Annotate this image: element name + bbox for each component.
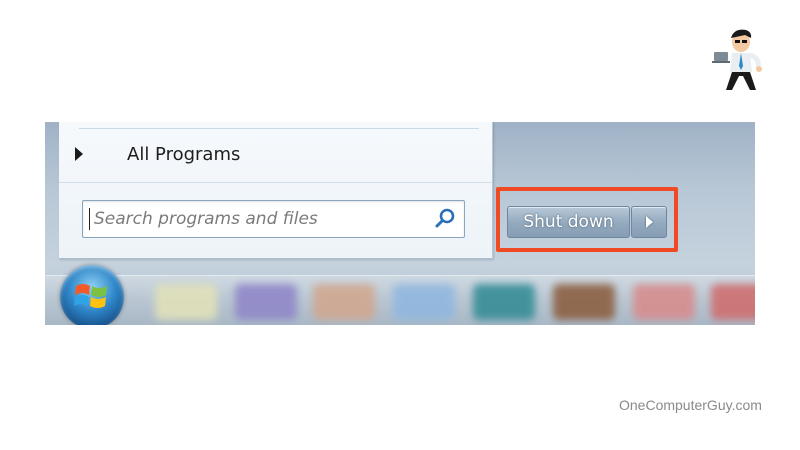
taskbar-app-icon[interactable]: [235, 284, 297, 320]
taskbar-app-icon[interactable]: [393, 284, 455, 320]
magnifier-icon[interactable]: [434, 208, 456, 234]
all-programs-label: All Programs: [127, 143, 241, 165]
search-input[interactable]: [89, 208, 414, 230]
search-box[interactable]: [82, 200, 465, 238]
start-button[interactable]: [60, 265, 124, 325]
panel-divider: [59, 182, 492, 183]
taskbar: [45, 275, 755, 325]
taskbar-app-icon[interactable]: [553, 284, 615, 320]
start-menu-screenshot: All Programs Shut down: [45, 122, 755, 325]
start-menu-panel: All Programs: [59, 122, 493, 259]
all-programs-item[interactable]: All Programs: [75, 140, 240, 168]
windows-logo-icon: [74, 284, 107, 308]
taskbar-app-icon[interactable]: [633, 284, 695, 320]
taskbar-app-icon[interactable]: [473, 284, 535, 320]
taskbar-app-icon[interactable]: [711, 284, 755, 320]
triangle-right-icon: [75, 147, 83, 161]
site-logo: [712, 28, 768, 92]
watermark-text: OneComputerGuy.com: [619, 397, 762, 413]
taskbar-app-icon[interactable]: [313, 284, 375, 320]
taskbar-app-icon[interactable]: [155, 284, 217, 320]
menu-divider: [79, 128, 479, 129]
highlight-box: [496, 187, 678, 252]
